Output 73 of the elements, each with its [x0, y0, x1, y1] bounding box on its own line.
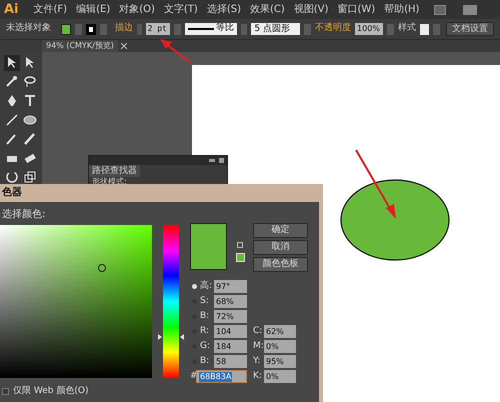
close-icon[interactable] — [120, 43, 127, 49]
dialog-button[interactable]: 颜色色板 — [253, 257, 308, 272]
value-field[interactable]: 184 — [214, 340, 247, 353]
web-swatch[interactable] — [236, 253, 245, 262]
type-tool-icon[interactable] — [22, 93, 38, 109]
opacity-field[interactable]: 100% — [355, 23, 384, 35]
style-label: 样式 — [398, 22, 416, 36]
dialog-button[interactable]: 确定 — [253, 223, 308, 238]
profile-dropdown[interactable]: 等比 — [184, 23, 237, 35]
menu-item[interactable]: 文字(T) — [164, 2, 198, 17]
stroke-link[interactable]: 描边 — [114, 22, 133, 36]
field-label: B: — [200, 355, 210, 368]
pencil-icon[interactable] — [22, 131, 38, 147]
field-label: B: — [200, 310, 210, 323]
lasso-icon[interactable] — [22, 74, 38, 90]
field-label: Y: — [253, 355, 260, 368]
annotation-arrow — [355, 150, 396, 219]
app-logo: Ai — [4, 0, 19, 19]
menu-item[interactable]: 编辑(E) — [76, 2, 110, 17]
color-preview — [190, 223, 227, 270]
panel-tab[interactable]: 路径查找器 — [89, 165, 140, 177]
selection-tool-icon[interactable] — [4, 55, 20, 71]
scale-tool-icon[interactable] — [22, 169, 38, 185]
field-label: R: — [200, 325, 210, 338]
selection-status: 未选择对象 — [6, 22, 52, 36]
opacity-link[interactable]: 不透明度 — [315, 22, 352, 36]
menu-item[interactable]: 选择(S) — [206, 2, 241, 17]
dialog-button[interactable]: 取消 — [253, 240, 308, 255]
checkbox-label: 仅限 Web 颜色(O) — [13, 385, 88, 398]
value-field[interactable]: 62% — [264, 325, 296, 338]
menu-item[interactable]: 对象(O) — [119, 2, 155, 17]
menu-item[interactable]: 效果(C) — [250, 2, 285, 17]
selected-text: 68B83A — [199, 372, 232, 382]
value-field[interactable]: 0% — [264, 370, 296, 383]
hex-field[interactable]: 68B83A — [196, 370, 247, 383]
value-field[interactable]: 68% — [214, 295, 247, 308]
stroke-weight-field[interactable]: 2 pt — [146, 23, 170, 35]
radio-button[interactable] — [192, 284, 197, 289]
menu-item[interactable]: 视图(V) — [294, 2, 328, 17]
bridge-icon[interactable] — [434, 4, 446, 14]
field-label: K: — [253, 370, 262, 383]
value-field[interactable]: 104 — [214, 325, 247, 338]
field-label: M: — [253, 340, 264, 353]
menu-item[interactable]: 帮助(H) — [384, 2, 420, 17]
menu-item[interactable]: 文件(F) — [34, 2, 68, 17]
color-field[interactable] — [0, 225, 152, 378]
stroke-swatch[interactable] — [86, 24, 96, 34]
document-tab[interactable]: 94% (CMYK/预览) — [42, 40, 118, 52]
color-marker[interactable] — [98, 264, 106, 272]
annotation-arrow — [160, 39, 191, 63]
field-label: 高: — [200, 280, 212, 293]
document-setup-button[interactable]: 文档设置 — [446, 22, 494, 36]
style-swatch[interactable] — [420, 24, 430, 34]
workspace-icon[interactable] — [463, 4, 478, 14]
value-field[interactable]: 97° — [214, 280, 247, 293]
fill-swatch[interactable] — [60, 24, 72, 34]
line-tool-icon[interactable] — [4, 112, 20, 128]
field-label: C: — [253, 325, 262, 338]
checkbox[interactable] — [2, 388, 9, 396]
prompt-label: 选择颜色: — [2, 208, 46, 222]
value-field[interactable]: 0% — [264, 340, 296, 353]
value-field[interactable]: 72% — [214, 310, 247, 323]
rotate-tool-icon[interactable] — [4, 169, 20, 185]
value-field[interactable]: 58 — [214, 355, 247, 368]
field-label: S: — [200, 295, 209, 308]
cube-icon — [237, 242, 243, 248]
brush-dropdown[interactable]: 5 点圆形 — [251, 23, 300, 35]
dialog-title: 色器 — [0, 186, 23, 200]
hue-slider[interactable] — [158, 225, 184, 378]
hue-handle[interactable] — [158, 334, 184, 340]
value-field[interactable]: 95% — [264, 355, 296, 368]
menu-item[interactable]: 窗口(W) — [337, 2, 376, 17]
field-label: G: — [200, 340, 210, 353]
